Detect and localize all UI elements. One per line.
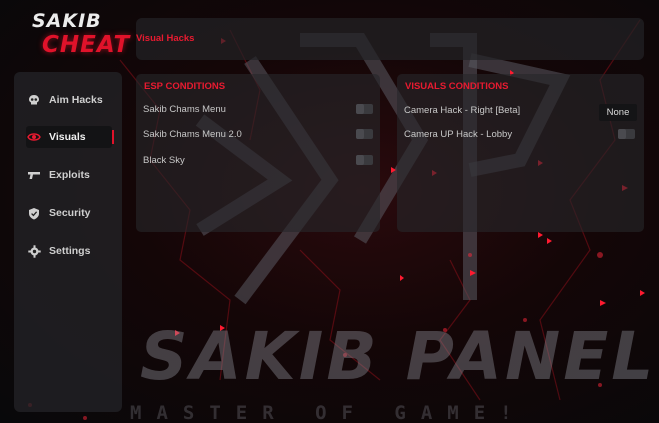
shield-icon	[26, 205, 42, 221]
sidebar-item-label: Visuals	[49, 131, 86, 143]
sidebar-item-label: Security	[49, 207, 91, 219]
gear-icon	[26, 243, 42, 259]
sidebar-item-security[interactable]: Security	[26, 202, 112, 224]
brand-line1: SAKIB	[32, 10, 102, 32]
sidebar: Aim Hacks Visuals Exploits Security Sett…	[14, 72, 122, 412]
option-label: Black Sky	[143, 155, 185, 166]
sakib-chams-toggle[interactable]	[356, 104, 373, 114]
section-title: VISUALS CONDITIONS	[405, 81, 509, 92]
watermark-subtitle: MASTER OF GAME!	[130, 402, 527, 423]
sidebar-item-aim-hacks[interactable]: Aim Hacks	[26, 89, 112, 111]
section-title: ESP CONDITIONS	[144, 81, 226, 92]
brand-line2: CHEAT	[42, 32, 131, 58]
option-label: Camera UP Hack - Lobby	[404, 129, 513, 140]
option-label: Sakib Chams Menu 2.0	[143, 129, 242, 140]
camera-hack-select[interactable]: None	[599, 104, 637, 121]
brand-logo: SAKIB CHEAT	[22, 6, 129, 64]
sidebar-item-settings[interactable]: Settings	[26, 240, 112, 262]
option-label: Camera Hack - Right [Beta]	[404, 105, 521, 116]
camera-up-hack-toggle[interactable]	[618, 129, 635, 139]
select-value: None	[606, 107, 630, 118]
sakib-chams-2-toggle[interactable]	[356, 129, 373, 139]
gun-icon	[26, 167, 42, 183]
sidebar-item-label: Settings	[49, 245, 91, 257]
esp-conditions-panel: ESP CONDITIONS Sakib Chams Menu Sakib Ch…	[136, 74, 380, 232]
sidebar-item-label: Aim Hacks	[49, 94, 103, 106]
sidebar-item-visuals[interactable]: Visuals	[26, 126, 114, 148]
skull-icon	[26, 92, 42, 108]
page-header: Visual Hacks	[136, 18, 644, 60]
visuals-conditions-panel: VISUALS CONDITIONS Camera Hack - Right […	[397, 74, 644, 232]
sidebar-item-exploits[interactable]: Exploits	[26, 164, 112, 186]
page-title: Visual Hacks	[136, 33, 195, 44]
watermark-title: SAKIB PANEL	[140, 318, 657, 395]
option-label: Sakib Chams Menu	[143, 104, 226, 115]
active-indicator	[112, 130, 114, 144]
eye-icon	[26, 129, 42, 145]
sidebar-item-label: Exploits	[49, 169, 90, 181]
black-sky-toggle[interactable]	[356, 155, 373, 165]
